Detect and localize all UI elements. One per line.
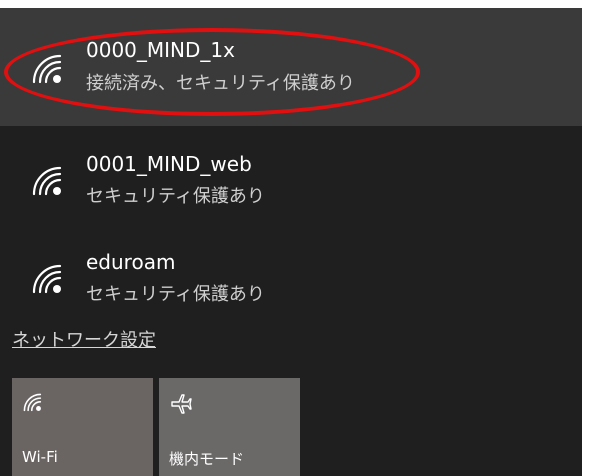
wifi-toggle-tile[interactable]: Wi-Fi — [12, 378, 153, 476]
airplane-tile-label: 機内モード — [169, 450, 245, 468]
network-settings-link[interactable]: ネットワーク設定 — [12, 326, 156, 352]
wifi-signal-icon — [32, 166, 62, 196]
network-item-eduroam[interactable]: eduroam セキュリティ保護あり — [0, 240, 582, 320]
network-flyout: 0000_MIND_1x 接続済み、セキュリティ保護あり 0001_MIND_w… — [0, 8, 582, 476]
network-item-0001-mind-web[interactable]: 0001_MIND_web セキュリティ保護あり — [0, 142, 582, 222]
network-ssid: 0000_MIND_1x — [86, 38, 235, 62]
network-ssid: 0001_MIND_web — [86, 152, 252, 176]
network-status: 接続済み、セキュリティ保護あり — [86, 73, 355, 94]
network-item-0000-mind-1x[interactable]: 0000_MIND_1x 接続済み、セキュリティ保護あり — [0, 8, 582, 126]
wifi-tile-label: Wi-Fi — [22, 448, 58, 466]
network-status: セキュリティ保護あり — [86, 186, 265, 207]
wifi-signal-icon — [32, 54, 62, 84]
network-status: セキュリティ保護あり — [86, 284, 265, 305]
network-ssid: eduroam — [86, 250, 176, 274]
wifi-icon — [23, 393, 42, 412]
airplane-icon — [171, 394, 192, 414]
wifi-signal-icon — [32, 264, 62, 294]
airplane-mode-tile[interactable]: 機内モード — [159, 378, 300, 476]
